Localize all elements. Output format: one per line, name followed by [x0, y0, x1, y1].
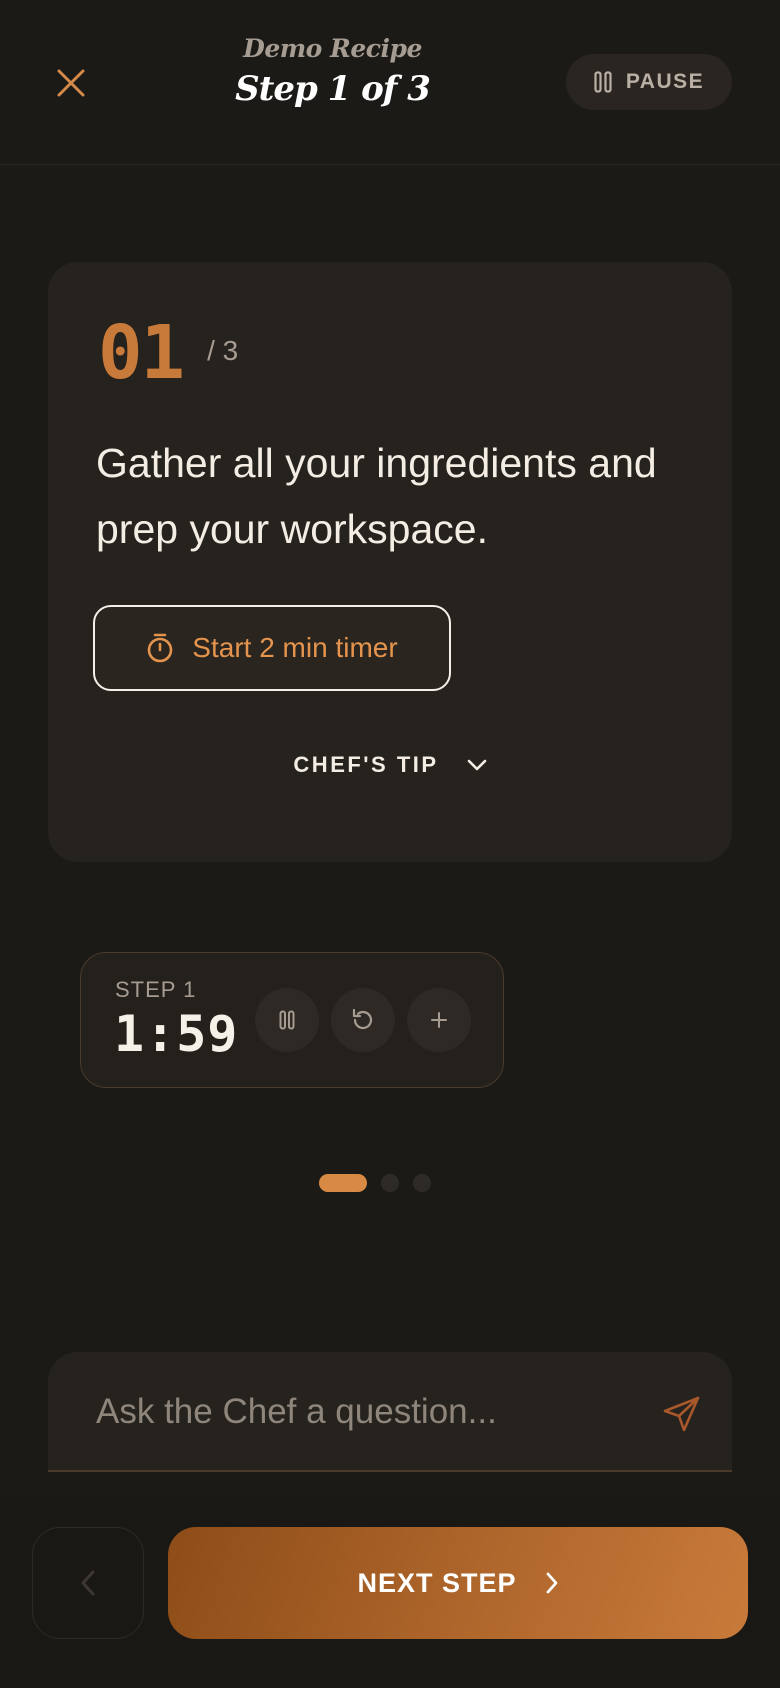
step-counter: 01 / 3 — [98, 310, 238, 396]
step-instruction: Gather all your ingredients and prep you… — [96, 440, 657, 552]
title-block: Demo Recipe Step 1 of 3 — [0, 34, 665, 109]
chefs-tip-toggle[interactable]: CHEF'S TIP — [48, 752, 732, 778]
chevron-right-icon — [546, 1572, 557, 1594]
step-number: 01 — [98, 310, 185, 396]
timer-step-label: STEP 1 — [115, 977, 197, 1002]
send-button[interactable] — [656, 1388, 708, 1440]
timer-add-time-button[interactable] — [407, 988, 471, 1052]
step-total: / 3 — [207, 335, 239, 366]
next-step-label: NEXT STEP — [357, 1567, 517, 1598]
header: Demo Recipe Step 1 of 3 PAUSE — [0, 0, 780, 165]
pause-button[interactable]: PAUSE — [566, 54, 732, 110]
pause-icon — [594, 71, 612, 93]
chefs-tip-label: CHEF'S TIP — [293, 752, 439, 777]
timer-countdown: 1:59 — [114, 1005, 239, 1063]
pagination-dot[interactable] — [413, 1174, 431, 1192]
chevron-down-icon — [467, 759, 486, 771]
chevron-left-icon — [81, 1570, 95, 1596]
footer-nav: NEXT STEP — [0, 1495, 780, 1688]
timer-reset-button[interactable] — [331, 988, 395, 1052]
plus-icon — [431, 1012, 447, 1028]
timer-pause-button[interactable] — [255, 988, 319, 1052]
send-icon — [663, 1396, 700, 1432]
step-timer-widget: STEP 1 1:59 — [80, 952, 504, 1088]
start-timer-label: Start 2 min timer — [192, 632, 398, 663]
pagination-dot-active[interactable] — [319, 1174, 367, 1192]
ask-chef-input[interactable] — [96, 1382, 636, 1442]
previous-step-button[interactable] — [32, 1527, 144, 1639]
ask-chef-box — [48, 1352, 732, 1472]
pagination-dot[interactable] — [381, 1174, 399, 1192]
step-title: Step 1 of 3 — [235, 69, 431, 109]
step-pagination — [0, 1174, 780, 1192]
next-step-button[interactable]: NEXT STEP — [168, 1527, 748, 1639]
pause-label: PAUSE — [625, 70, 705, 93]
recipe-name: Demo Recipe — [243, 34, 422, 63]
reset-icon — [352, 1008, 373, 1030]
step-card: 01 / 3 Gather all your ingredients and p… — [48, 262, 732, 862]
pause-icon — [279, 1010, 295, 1030]
stopwatch-icon — [147, 633, 173, 663]
start-timer-button[interactable]: Start 2 min timer — [93, 605, 451, 691]
